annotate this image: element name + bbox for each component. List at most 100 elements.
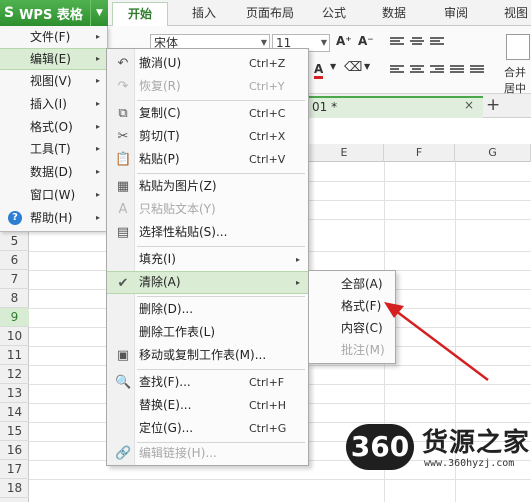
document-tab[interactable]: 01 * [300,96,483,118]
menu-item-undo[interactable]: ↶ 撤消(U) Ctrl+Z [107,52,308,75]
row-header[interactable]: 10 [0,327,29,346]
wps-logo-icon: S [4,5,15,21]
menu-separator [137,246,305,247]
menu-item-paste-special[interactable]: ▤ 选择性粘贴(S)... [107,221,308,244]
shrink-font-button[interactable]: A⁻ [358,34,374,48]
tab-home[interactable]: 开始 [112,2,168,27]
menu-item-fill[interactable]: 填充(I) ▸ [107,248,308,271]
title-bar: S WPS 表格 ▼ 开始 插入 页面布局 公式 数据 审阅 视图 [0,0,531,27]
menu-item-clear[interactable]: ✔ 清除(A) ▸ [107,271,308,294]
menu-item-window[interactable]: 窗口(W) ▸ [0,184,108,206]
check-icon: ✔ [117,276,129,291]
align-bottom-icon[interactable] [430,36,444,48]
row-header[interactable]: 11 [0,346,29,365]
watermark-logo: 360 [346,424,414,470]
paste-icon: 📋 [115,152,132,167]
document-tab-bar: 01 * × + [300,94,531,118]
menu-item-copy[interactable]: ⧉ 复制(C) Ctrl+C [107,102,308,125]
menu-separator [137,369,305,370]
paste-special-icon: ▤ [116,225,130,240]
chevron-right-icon: ▸ [95,144,100,153]
menu-item-cut[interactable]: ✂ 剪切(T) Ctrl+X [107,125,308,148]
find-icon: 🔍 [115,375,132,390]
column-header-f[interactable]: F [384,144,455,162]
row-header[interactable]: 18 [0,479,29,498]
clear-format-icon[interactable]: ⌫ [344,60,362,75]
chevron-down-icon: ▼ [320,38,327,47]
menu-item-move-copy-sheet[interactable]: ▣ 移动或复制工作表(M)... [107,344,308,367]
chevron-right-icon: ▸ [95,32,100,41]
chevron-down-icon[interactable]: ▼ [364,62,370,71]
row-header[interactable]: 5 [0,232,29,251]
menu-item-file[interactable]: 文件(F) ▸ [0,26,108,48]
menu-item-edit[interactable]: 编辑(E) ▸ [0,48,108,70]
menu-item-help[interactable]: ? 帮助(H) ▸ [0,207,108,229]
row-header[interactable]: 16 [0,441,29,460]
menu-item-paste[interactable]: 📋 粘贴(P) Ctrl+V [107,148,308,171]
align-middle-icon[interactable] [410,36,424,48]
menu-item-tools[interactable]: 工具(T) ▸ [0,138,108,160]
watermark-url: www.360hyzj.com [424,458,515,469]
chevron-right-icon: ▸ [95,190,100,199]
menu-item-delete[interactable]: 删除(D)... [107,298,308,321]
menu-item-paste-as-picture[interactable]: ▦ 粘贴为图片(Z) [107,175,308,198]
justify-icon[interactable] [450,64,464,76]
scissors-icon: ✂ [117,129,129,144]
tab-review[interactable]: 审阅 [444,0,468,26]
align-right-icon[interactable] [430,64,444,76]
menu-item-redo[interactable]: ↷ 恢复(R) Ctrl+Y [107,75,308,98]
menu-separator [137,100,305,101]
help-icon: ? [8,211,22,225]
menu-item-data[interactable]: 数据(D) ▸ [0,161,108,183]
chevron-down-icon[interactable]: ▼ [90,0,108,26]
row-header[interactable]: 7 [0,270,29,289]
wps-app-menu-button[interactable]: S WPS 表格 ▼ [0,0,108,26]
row-header[interactable]: 6 [0,251,29,270]
tab-formulas[interactable]: 公式 [322,0,346,26]
row-header[interactable]: 14 [0,403,29,422]
menu-item-goto[interactable]: 定位(G)... Ctrl+G [107,417,308,440]
chevron-right-icon: ▸ [95,167,100,176]
chevron-right-icon: ▸ [95,76,100,85]
tab-view[interactable]: 视图 [504,0,528,26]
chevron-right-icon: ▸ [295,278,300,287]
menu-item-view[interactable]: 视图(V) ▸ [0,70,108,92]
tab-insert[interactable]: 插入 [192,0,216,26]
grow-font-button[interactable]: A⁺ [336,34,352,48]
align-center-icon[interactable] [410,64,424,76]
paste-text-icon: A [118,202,128,217]
align-top-icon[interactable] [390,36,404,48]
row-header[interactable]: 12 [0,365,29,384]
menu-item-edit-links[interactable]: 🔗 编辑链接(H)... [107,442,308,465]
paste-picture-icon: ▦ [116,179,130,194]
merge-center-icon[interactable] [506,34,530,60]
redo-icon: ↷ [117,79,129,94]
chevron-right-icon: ▸ [95,99,100,108]
row-header[interactable]: 13 [0,384,29,403]
menu-item-format[interactable]: 格式(O) ▸ [0,116,108,138]
row-header-selected[interactable]: 9 [0,308,29,327]
row-header[interactable]: 8 [0,289,29,308]
font-color-button[interactable]: A [314,62,324,79]
close-icon[interactable]: × [464,98,474,112]
menu-separator [137,173,305,174]
row-header[interactable]: 15 [0,422,29,441]
menu-item-paste-text-only[interactable]: A 只粘贴文本(Y) [107,198,308,221]
menu-item-delete-sheet[interactable]: 删除工作表(L) [107,321,308,344]
menu-item-insert[interactable]: 插入(I) ▸ [0,93,108,115]
menu-item-clear-all[interactable]: 全部(A) [309,273,395,295]
align-left-icon[interactable] [390,64,404,76]
menu-item-replace[interactable]: 替换(E)... Ctrl+H [107,394,308,417]
watermark-name: 货源之家 [422,428,531,458]
menu-item-find[interactable]: 🔍 查找(F)... Ctrl+F [107,371,308,394]
column-header-g[interactable]: G [455,144,531,162]
tab-data[interactable]: 数据 [382,0,406,26]
tab-page-layout[interactable]: 页面布局 [246,0,294,26]
row-header[interactable]: 17 [0,460,29,479]
column-header-e[interactable]: E [305,144,384,162]
distributed-icon[interactable] [470,64,484,76]
chevron-down-icon[interactable]: ▼ [330,62,336,71]
new-tab-button[interactable]: + [486,95,500,115]
merge-center-label[interactable]: 合并居中 [504,64,531,96]
annotation-arrow-icon [384,302,489,381]
